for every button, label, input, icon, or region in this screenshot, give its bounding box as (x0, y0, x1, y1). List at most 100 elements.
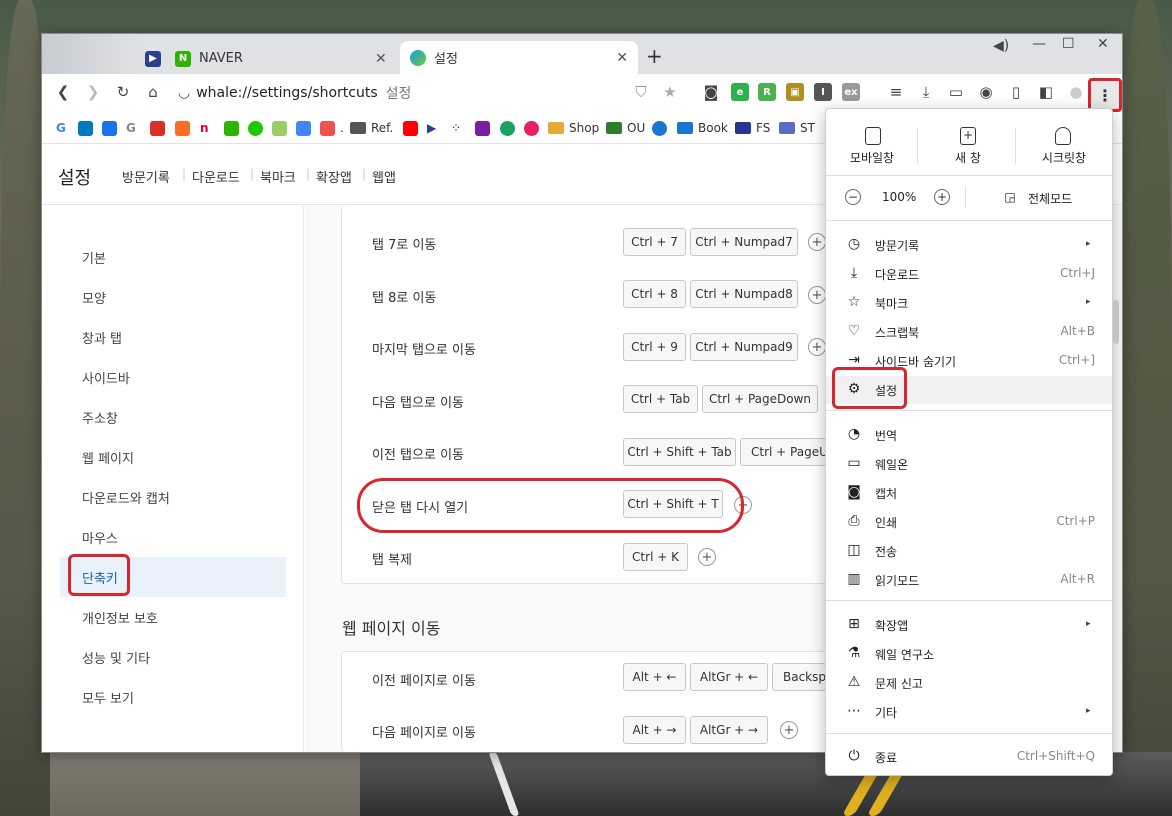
bookmark-ga[interactable] (272, 119, 292, 137)
bookmark-globe[interactable] (652, 119, 672, 137)
shortcut-key[interactable]: Backsp (772, 663, 826, 691)
add-shortcut-icon[interactable]: + (808, 286, 826, 304)
nav-basic[interactable]: 기본 (82, 248, 106, 267)
menu-downloads[interactable]: 다운로드 (875, 266, 919, 283)
menu-translate[interactable]: 번역 (875, 427, 897, 444)
video-icon[interactable]: ▭ (945, 81, 967, 103)
bookmark-naver[interactable] (224, 119, 244, 137)
zoom-out-button[interactable]: − (845, 189, 861, 205)
menu-print[interactable]: 인쇄 (875, 514, 897, 531)
shortcut-key[interactable]: Alt + ← (623, 663, 686, 691)
minimize-button[interactable]: — (1032, 36, 1046, 52)
nav-address-bar[interactable]: 주소창 (82, 408, 118, 427)
close-icon[interactable]: ✕ (375, 51, 387, 67)
add-shortcut-icon[interactable]: + (780, 721, 798, 739)
menu-new-window[interactable]: 새 창 (940, 149, 996, 166)
bookmark-c[interactable] (524, 119, 544, 137)
reload-icon[interactable]: ↻ (112, 81, 134, 103)
subnav-extensions[interactable]: 확장앱 (316, 167, 352, 186)
reader-icon[interactable]: ▯ (1005, 81, 1027, 103)
menu-bookmarks[interactable]: 북마크 (875, 295, 908, 312)
zoom-in-button[interactable]: + (934, 189, 950, 205)
bookmark-folder-ref[interactable]: Ref. (350, 119, 393, 137)
bookmark-folder-ou[interactable]: OU (606, 119, 645, 137)
nav-performance[interactable]: 성능 및 기타 (82, 648, 150, 667)
nav-appearance[interactable]: 모양 (82, 288, 106, 307)
shortcut-key[interactable]: Ctrl + 8 (623, 280, 686, 308)
shortcut-key[interactable]: Ctrl + PageDown (702, 385, 818, 413)
tab-naver-close[interactable]: ✕ (375, 42, 387, 75)
shield-icon[interactable]: ⛉ (630, 81, 652, 103)
bookmark-map[interactable] (248, 119, 268, 137)
bookmark-youtube[interactable] (403, 119, 423, 137)
extension-ex-icon[interactable]: ex (842, 83, 860, 101)
add-shortcut-icon[interactable]: + (808, 233, 826, 251)
nav-privacy[interactable]: 개인정보 보호 (82, 608, 158, 627)
subnav-bookmarks[interactable]: 북마크 (260, 167, 296, 186)
bookmark-play[interactable]: ▶ (427, 119, 436, 137)
shortcut-key[interactable]: Ctrl + Tab (623, 385, 698, 413)
nav-mouse[interactable]: 마우스 (82, 528, 118, 547)
bookmark-google[interactable]: G (56, 119, 66, 137)
add-shortcut-icon[interactable]: + (698, 548, 716, 566)
mouse-gesture-icon[interactable]: ◙ (700, 81, 722, 103)
playlist-icon[interactable]: ≡ (885, 81, 907, 103)
bookmark-dots[interactable]: ⁘ (451, 119, 461, 137)
menu-scrapbook[interactable]: 스크랩북 (875, 324, 919, 341)
nav-show-all[interactable]: 모두 보기 (82, 688, 134, 707)
download-icon[interactable]: ⤓ (915, 81, 937, 103)
sidebar-toggle-icon[interactable]: ◧ (1035, 81, 1057, 103)
shortcut-key[interactable]: Ctrl + Shift + Tab (623, 438, 736, 466)
menu-reader-mode[interactable]: 읽기모드 (875, 572, 919, 589)
menu-secret-window[interactable]: 시크릿창 (1036, 149, 1092, 166)
subnav-webapps[interactable]: 웹앱 (372, 167, 396, 186)
extension-icon[interactable]: R (758, 83, 776, 101)
nav-sidebar[interactable]: 사이드바 (82, 368, 130, 387)
bookmark-mail[interactable] (150, 119, 170, 137)
shortcut-key[interactable]: Ctrl + PageUp (740, 438, 826, 466)
add-shortcut-icon[interactable]: + (808, 338, 826, 356)
menu-capture[interactable]: 캡처 (875, 485, 897, 502)
subnav-downloads[interactable]: 다운로드 (192, 167, 240, 186)
main-menu-button[interactable]: ⋮ (1088, 78, 1122, 112)
bookmark-purple[interactable] (475, 119, 495, 137)
tab-naver[interactable]: N NAVER (165, 42, 395, 75)
back-icon[interactable]: ❮ (52, 81, 74, 103)
nav-download-capture[interactable]: 다운로드와 캡처 (82, 488, 170, 507)
extension-i-icon[interactable]: I (814, 83, 832, 101)
close-icon[interactable]: ✕ (616, 50, 628, 66)
shortcut-key[interactable]: Alt + → (623, 716, 686, 744)
bookmark-folder-shop[interactable]: Shop (548, 119, 599, 137)
shortcut-key[interactable]: Ctrl + Numpad9 (690, 333, 798, 361)
shortcut-key[interactable]: AltGr + → (690, 716, 768, 744)
star-icon[interactable]: ★ (659, 81, 681, 103)
monitor-icon[interactable]: ▣ (786, 83, 804, 101)
menu-more[interactable]: 기타 (875, 704, 897, 721)
menu-whale-on[interactable]: 웨일온 (875, 456, 908, 473)
window-close-button[interactable]: ✕ (1097, 36, 1109, 52)
tab-settings[interactable]: 설정 ✕ (400, 41, 638, 74)
menu-mobile-window[interactable]: 모바일창 (844, 149, 900, 166)
bookmark-n[interactable]: n (200, 119, 209, 137)
shortcut-key[interactable]: AltGr + ← (690, 663, 768, 691)
evernote-icon[interactable]: e (731, 83, 749, 101)
subnav-history[interactable]: 방문기록 (122, 167, 170, 186)
bookmark-blue[interactable] (102, 119, 122, 137)
nav-web-page[interactable]: 웹 페이지 (82, 448, 134, 467)
shortcut-key[interactable]: Ctrl + Numpad7 (690, 228, 798, 256)
menu-extensions[interactable]: 확장앱 (875, 617, 908, 634)
menu-whale-lab[interactable]: 웨일 연구소 (875, 646, 934, 663)
profile-icon[interactable]: ● (1065, 81, 1087, 103)
bookmark-trello[interactable] (78, 119, 98, 137)
home-icon[interactable]: ⌂ (142, 81, 164, 103)
new-tab-button[interactable]: + (646, 44, 663, 68)
menu-exit[interactable]: 종료 (875, 749, 897, 766)
bookmark-gitlab[interactable] (175, 119, 195, 137)
content-scrollbar[interactable] (1113, 300, 1119, 344)
bookmark-green[interactable] (500, 119, 520, 137)
address-bar[interactable]: ◡ whale://settings/shortcuts 설정 (178, 82, 411, 104)
bookmark-g2[interactable]: G (126, 119, 136, 137)
nav-windows-tabs[interactable]: 창과 탭 (82, 328, 122, 347)
shortcut-key[interactable]: Ctrl + K (623, 543, 688, 571)
menu-fullscreen[interactable]: 전체모드 (1028, 190, 1072, 207)
